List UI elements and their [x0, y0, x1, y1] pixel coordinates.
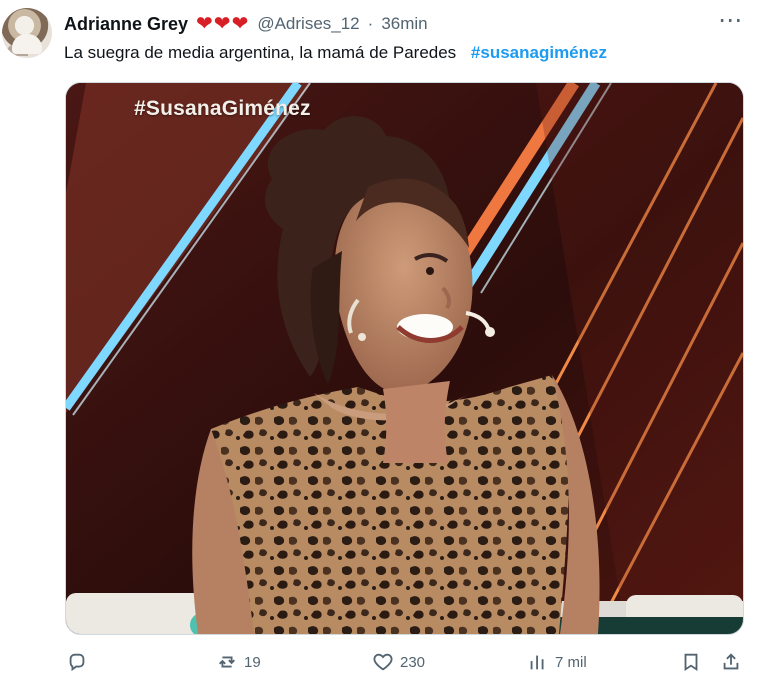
- retweet-count: 19: [244, 653, 261, 671]
- share-button[interactable]: [720, 648, 742, 676]
- tweet-time[interactable]: 36min: [381, 14, 427, 34]
- tweet: Adrianne Grey ❤❤❤ @Adrises_12 · 36min ⋯ …: [0, 0, 767, 684]
- hashtag-link[interactable]: #susanagiménez: [471, 43, 607, 62]
- retweet-button[interactable]: 19: [216, 648, 261, 676]
- retweet-icon: [216, 651, 238, 673]
- avatar[interactable]: [2, 8, 52, 58]
- tweet-actions: 19 230 7 mil: [66, 648, 746, 676]
- reply-button[interactable]: [66, 648, 94, 676]
- like-button[interactable]: 230: [372, 648, 425, 676]
- bookmark-icon: [680, 651, 702, 673]
- author-handle[interactable]: @Adrises_12: [257, 14, 359, 34]
- like-count: 230: [400, 653, 426, 671]
- more-icon[interactable]: ⋯: [718, 9, 743, 33]
- tweet-body: La suegra de media argentina, la mamá de…: [64, 43, 457, 62]
- tweet-text: La suegra de media argentina, la mamá de…: [64, 43, 607, 63]
- views-count: 7 mil: [555, 653, 587, 671]
- tweet-media[interactable]: #SusanaGiménez: [65, 82, 744, 635]
- tweet-header: Adrianne Grey ❤❤❤ @Adrises_12 · 36min: [64, 12, 428, 36]
- heart-icon: [372, 651, 394, 673]
- author-name[interactable]: Adrianne Grey: [64, 14, 188, 35]
- meta-separator: ·: [367, 14, 374, 33]
- video-watermark: #SusanaGiménez: [134, 97, 311, 120]
- views-button[interactable]: 7 mil: [527, 648, 587, 676]
- share-icon: [720, 651, 742, 673]
- reply-icon: [66, 651, 88, 673]
- views-icon: [527, 651, 549, 673]
- heart-emoji-group: ❤❤❤: [196, 13, 250, 35]
- tv-frame-image: [66, 83, 743, 634]
- bookmark-button[interactable]: [680, 648, 702, 676]
